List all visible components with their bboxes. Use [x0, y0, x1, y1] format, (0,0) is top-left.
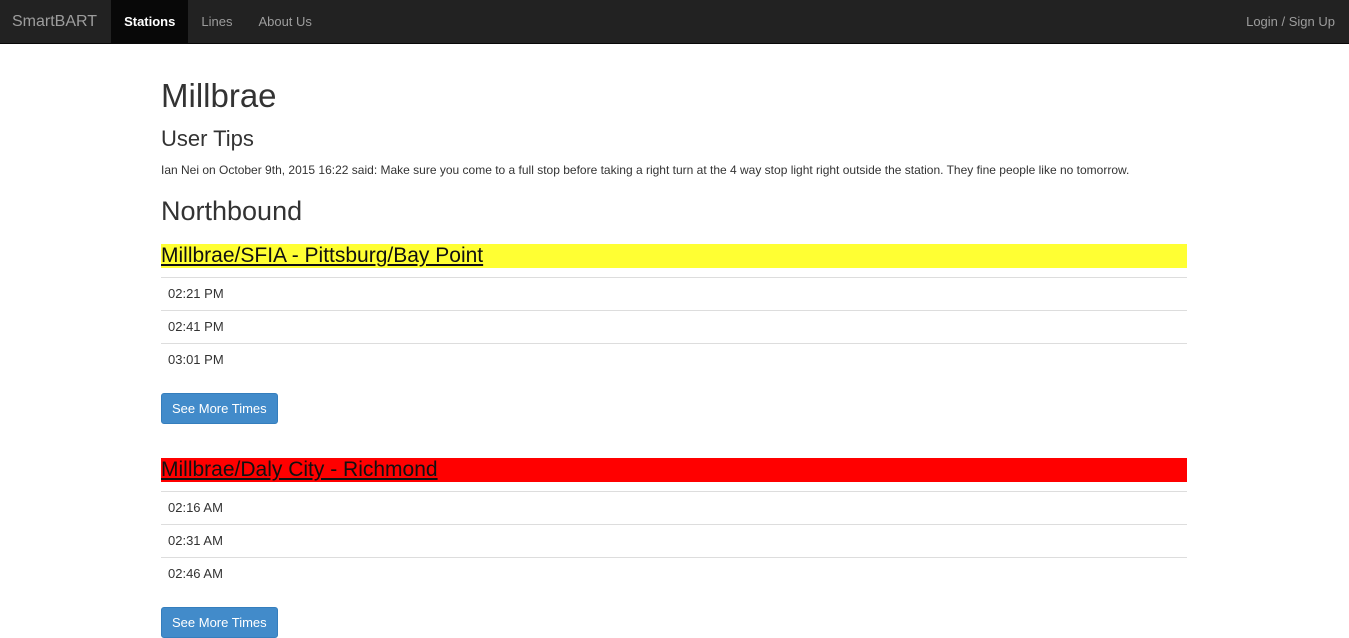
- see-more-times-button[interactable]: See More Times: [161, 607, 278, 638]
- brand-link[interactable]: SmartBART: [0, 0, 111, 43]
- time-row: 02:31 AM: [161, 525, 1187, 558]
- times-table: 02:21 PM 02:41 PM 03:01 PM: [161, 277, 1187, 376]
- direction-heading: Northbound: [161, 196, 303, 226]
- nav-item-about-us[interactable]: About Us: [245, 0, 324, 43]
- nav-left: SmartBART Stations Lines About Us: [0, 0, 325, 43]
- times-table: 02:16 AM 02:31 AM 02:46 AM: [161, 491, 1187, 590]
- user-tips-heading: User Tips: [161, 126, 254, 151]
- time-row: 02:41 PM: [161, 311, 1187, 344]
- nav-item-lines[interactable]: Lines: [188, 0, 245, 43]
- time-row: 02:46 AM: [168, 566, 223, 581]
- user-tip: Ian Nei on October 9th, 2015 16:22 said:…: [161, 163, 1130, 177]
- line-link-richmond[interactable]: Millbrae/Daly City - Richmond: [161, 458, 1187, 482]
- time-row: 03:01 PM: [168, 352, 224, 367]
- page-title: Millbrae: [161, 77, 277, 114]
- line-link-pittsburg[interactable]: Millbrae/SFIA - Pittsburg/Bay Point: [161, 244, 1187, 268]
- main-content: Millbrae User Tips Ian Nei on October 9t…: [161, 44, 1187, 638]
- top-navbar: SmartBART Stations Lines About Us Login …: [0, 0, 1349, 44]
- nav-item-stations[interactable]: Stations: [111, 0, 189, 43]
- see-more-times-button[interactable]: See More Times: [161, 393, 278, 424]
- login-signup-link[interactable]: Login / Sign Up: [1246, 0, 1349, 43]
- time-row: 02:16 AM: [161, 492, 1187, 525]
- time-row: 02:21 PM: [161, 278, 1187, 311]
